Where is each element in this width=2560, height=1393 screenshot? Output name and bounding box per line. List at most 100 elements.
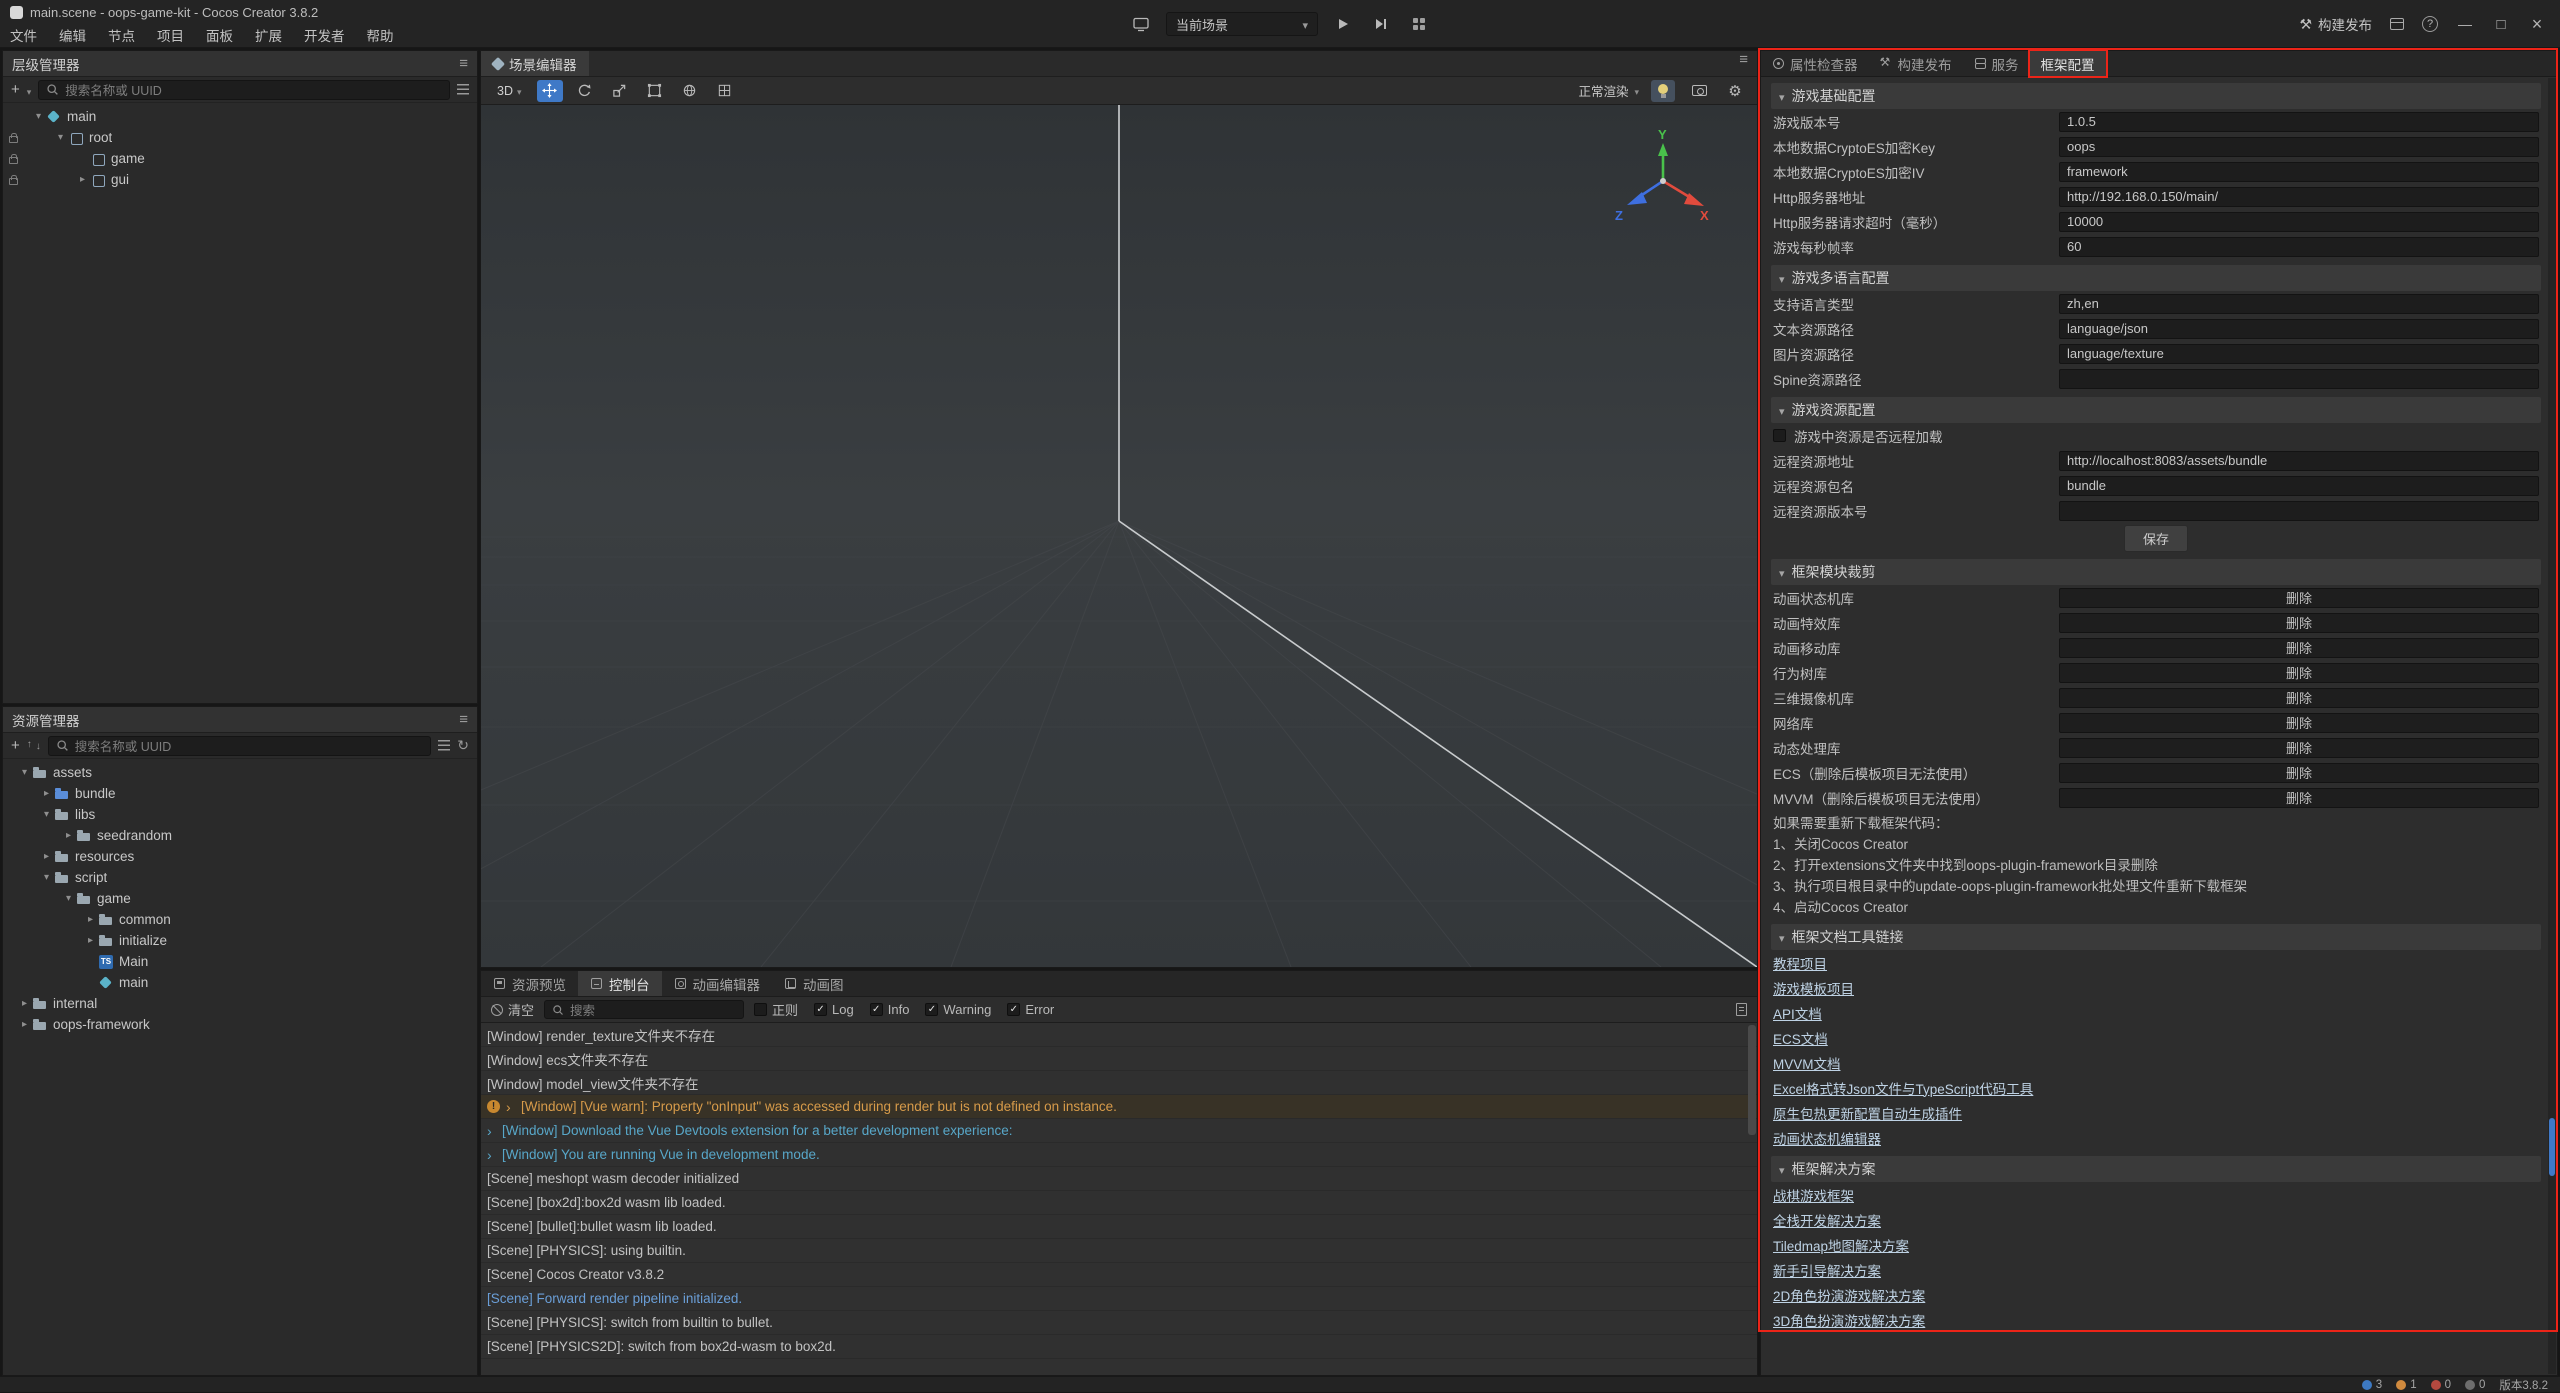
solution-link[interactable]: Tiledmap地图解决方案 <box>1773 1235 1909 1255</box>
expand-log-icon[interactable] <box>487 1147 496 1163</box>
menu-item[interactable]: 文件 <box>10 25 37 45</box>
asset-node-row[interactable]: script <box>3 867 477 888</box>
section-header-modules[interactable]: 框架模块裁剪 <box>1771 559 2541 585</box>
asset-node-row[interactable]: Main <box>3 951 477 972</box>
hierarchy-search-input[interactable]: 搜索名称或 UUID <box>38 80 450 100</box>
scene-editor-tab[interactable]: 场景编辑器 <box>481 51 589 76</box>
transform-space-button[interactable] <box>677 80 703 102</box>
asset-node-row[interactable]: main <box>3 972 477 993</box>
scrollbar-thumb[interactable] <box>2549 1118 2555 1176</box>
delete-module-button[interactable]: 删除 <box>2059 663 2539 683</box>
delete-module-button[interactable]: 删除 <box>2059 588 2539 608</box>
config-input[interactable]: bundle <box>2059 476 2539 496</box>
asset-node-row[interactable]: resources <box>3 846 477 867</box>
menu-item[interactable]: 项目 <box>157 25 184 45</box>
expand-arrow-icon[interactable] <box>17 767 32 778</box>
log-row[interactable]: [Window] You are running Vue in developm… <box>481 1143 1757 1167</box>
panel-menu-icon[interactable] <box>459 55 468 72</box>
asset-node-row[interactable]: bundle <box>3 783 477 804</box>
asset-node-row[interactable]: internal <box>3 993 477 1014</box>
log-row[interactable]: [Window] render_texture文件夹不存在 <box>481 1023 1757 1047</box>
console-filter[interactable]: 正则 <box>754 1000 798 1019</box>
lock-icon[interactable] <box>9 157 18 164</box>
solution-link[interactable]: 新手引导解决方案 <box>1773 1260 1881 1280</box>
console-filter[interactable]: Error <box>1007 1002 1054 1017</box>
log-row[interactable]: [Window] [Vue warn]: Property "onInput" … <box>481 1095 1757 1119</box>
axis-gizmo[interactable]: Y X Z <box>1603 127 1723 231</box>
log-row[interactable]: [Window] model_view文件夹不存在 <box>481 1071 1757 1095</box>
minimize-button[interactable] <box>2456 16 2474 32</box>
doc-link[interactable]: Excel格式转Json文件与TypeScript代码工具 <box>1773 1078 2033 1098</box>
doc-link[interactable]: ECS文档 <box>1773 1028 1828 1048</box>
log-row[interactable]: [Scene] [bullet]:bullet wasm lib loaded. <box>481 1215 1757 1239</box>
asset-node-row[interactable]: oops-framework <box>3 1014 477 1035</box>
expand-arrow-icon[interactable] <box>39 851 54 862</box>
chevron-down-icon[interactable] <box>27 82 32 98</box>
console-tab[interactable]: 资源预览 <box>481 971 578 996</box>
warning-count[interactable]: 1 <box>2396 1379 2416 1391</box>
console-tab[interactable]: 动画图 <box>772 971 856 996</box>
asset-node-row[interactable]: initialize <box>3 930 477 951</box>
section-header-i18n[interactable]: 游戏多语言配置 <box>1771 265 2541 291</box>
config-input[interactable]: language/texture <box>2059 344 2539 364</box>
sort-icon[interactable] <box>27 739 41 752</box>
add-asset-button[interactable] <box>11 737 20 754</box>
rect-tool-button[interactable] <box>642 80 668 102</box>
delete-module-button[interactable]: 删除 <box>2059 613 2539 633</box>
assets-search-input[interactable]: 搜索名称或 UUID <box>48 736 432 756</box>
solution-link[interactable]: 3D角色扮演游戏解决方案 <box>1773 1310 1925 1330</box>
config-input[interactable]: http://192.168.0.150/main/ <box>2059 187 2539 207</box>
help-icon[interactable] <box>2422 16 2438 32</box>
log-row[interactable]: [Scene] Forward render pipeline initiali… <box>481 1287 1757 1311</box>
doc-link[interactable]: 原生包热更新配置自动生成插件 <box>1773 1103 1962 1123</box>
console-filter[interactable]: Info <box>870 1002 910 1017</box>
doc-link[interactable]: API文档 <box>1773 1003 1822 1023</box>
preview-device-icon[interactable] <box>1128 12 1154 36</box>
section-header-docs[interactable]: 框架文档工具链接 <box>1771 924 2541 950</box>
close-button[interactable] <box>2528 14 2546 35</box>
config-input[interactable]: 60 <box>2059 237 2539 257</box>
config-input[interactable]: http://localhost:8083/assets/bundle <box>2059 451 2539 471</box>
scene-settings-button[interactable] <box>1723 80 1747 102</box>
expand-arrow-icon[interactable] <box>61 830 76 841</box>
scene-select[interactable]: 当前场景 <box>1166 12 1318 36</box>
build-publish-button[interactable]: 构建发布 <box>2299 14 2372 34</box>
menu-item[interactable]: 帮助 <box>367 25 394 45</box>
lock-icon[interactable] <box>9 136 18 143</box>
console-tab[interactable]: 控制台 <box>578 971 662 996</box>
scene-viewport[interactable]: Y X Z <box>481 105 1757 967</box>
expand-arrow-icon[interactable] <box>39 809 54 820</box>
log-row[interactable]: [Scene] Cocos Creator v3.8.2 <box>481 1263 1757 1287</box>
inspector-tab[interactable]: 框架配置 <box>2030 51 2106 76</box>
checkbox-icon[interactable] <box>814 1003 827 1016</box>
doc-link[interactable]: 动画状态机编辑器 <box>1773 1128 1881 1148</box>
inspector-tab[interactable]: 服务 <box>1963 51 2030 76</box>
config-input[interactable]: oops <box>2059 137 2539 157</box>
section-header-solutions[interactable]: 框架解决方案 <box>1771 1156 2541 1182</box>
scale-tool-button[interactable] <box>607 80 633 102</box>
scene-camera-button[interactable] <box>1687 80 1711 102</box>
checkbox-icon[interactable] <box>870 1003 883 1016</box>
asset-node-row[interactable]: assets <box>3 762 477 783</box>
log-row[interactable]: [Window] Download the Vue Devtools exten… <box>481 1119 1757 1143</box>
3d-mode-button[interactable]: 3D <box>491 82 528 100</box>
asset-node-row[interactable]: common <box>3 909 477 930</box>
log-row[interactable]: [Window] ecs文件夹不存在 <box>481 1047 1757 1071</box>
menu-item[interactable]: 开发者 <box>304 25 345 45</box>
menu-item[interactable]: 节点 <box>108 25 135 45</box>
render-mode-select[interactable]: 正常渲染 <box>1578 81 1639 100</box>
add-node-button[interactable] <box>11 81 20 98</box>
solution-link[interactable]: 2D角色扮演游戏解决方案 <box>1773 1285 1925 1305</box>
remote-load-checkbox[interactable] <box>1773 429 1786 442</box>
scene-light-toggle[interactable] <box>1651 80 1675 102</box>
package-icon[interactable] <box>2390 18 2404 30</box>
doc-link[interactable]: 教程项目 <box>1773 953 1827 973</box>
log-row[interactable]: [Scene] [PHYSICS]: switch from builtin t… <box>481 1311 1757 1335</box>
asset-node-row[interactable]: seedrandom <box>3 825 477 846</box>
console-search-input[interactable]: 搜索 <box>544 1000 744 1019</box>
expand-log-icon[interactable] <box>506 1099 515 1115</box>
expand-arrow-icon[interactable] <box>83 914 98 925</box>
open-log-file-icon[interactable] <box>1736 1003 1747 1016</box>
log-row[interactable]: [Scene] meshopt wasm decoder initialized <box>481 1167 1757 1191</box>
expand-arrow-icon[interactable] <box>31 111 46 122</box>
